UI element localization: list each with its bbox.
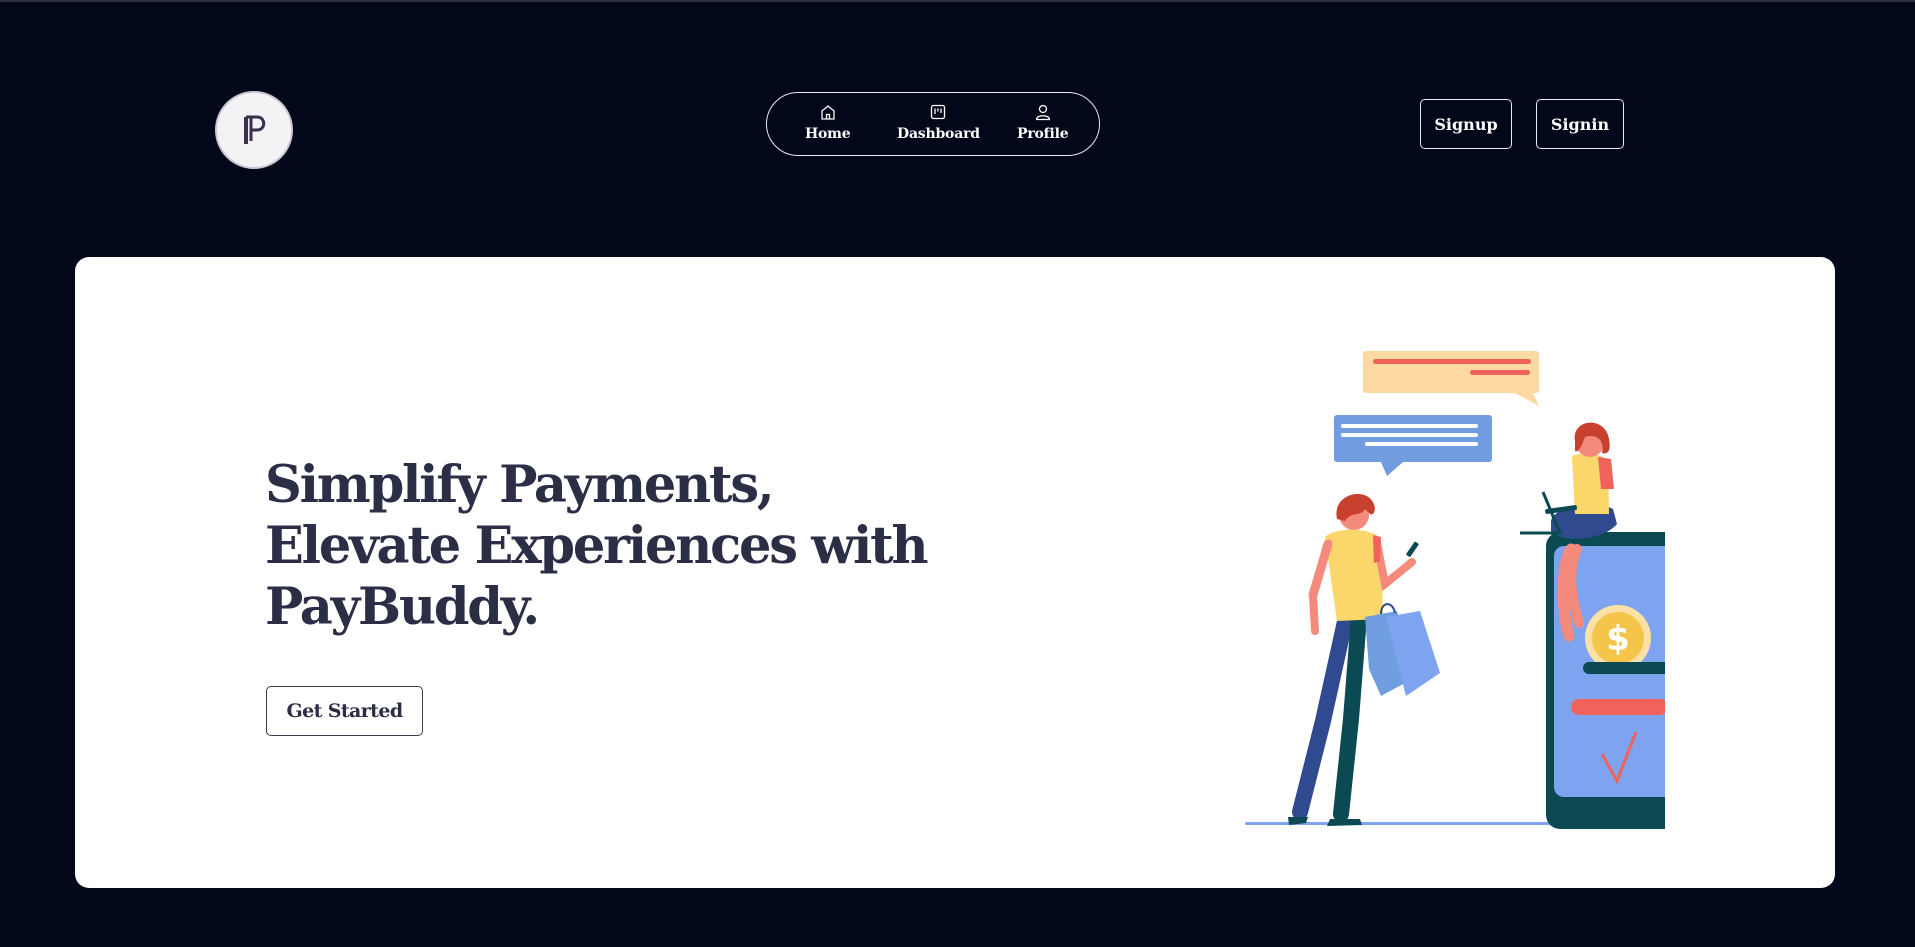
user-icon bbox=[1035, 104, 1050, 121]
signup-button[interactable]: Signup bbox=[1420, 99, 1512, 149]
headline-line-3: PayBuddy. bbox=[265, 577, 540, 637]
top-border bbox=[0, 0, 1915, 2]
hero-card: Simplify Payments, Elevate Experiences w… bbox=[75, 257, 1835, 888]
nav-profile-label: Profile bbox=[1017, 126, 1069, 142]
dollar-coin-icon: $ bbox=[1606, 619, 1630, 659]
nav-dashboard-label: Dashboard bbox=[897, 126, 980, 142]
logo-mark-icon bbox=[244, 115, 266, 144]
nav-home[interactable]: Home bbox=[805, 102, 851, 142]
main-nav: Home Dashboard Profile bbox=[766, 92, 1100, 156]
man-with-shopping-bags bbox=[1288, 494, 1440, 826]
chat-bubble-yellow bbox=[1363, 351, 1539, 406]
nav-dashboard[interactable]: Dashboard bbox=[897, 102, 980, 142]
payment-shopping-illustration: $ bbox=[1245, 351, 1665, 829]
headline-line-1: Simplify Payments, bbox=[265, 455, 775, 515]
headline-line-2: Elevate Experiences with bbox=[265, 516, 929, 576]
hero-headline: Simplify Payments, Elevate Experiences w… bbox=[265, 455, 929, 638]
dashboard-icon bbox=[931, 104, 946, 120]
get-started-button[interactable]: Get Started bbox=[266, 686, 423, 736]
chat-bubble-blue bbox=[1334, 415, 1492, 476]
signin-button[interactable]: Signin bbox=[1536, 99, 1624, 149]
home-icon bbox=[821, 105, 835, 120]
paybuddy-logo[interactable] bbox=[215, 91, 293, 169]
nav-home-label: Home bbox=[805, 126, 851, 142]
nav-profile[interactable]: Profile bbox=[1017, 102, 1069, 142]
